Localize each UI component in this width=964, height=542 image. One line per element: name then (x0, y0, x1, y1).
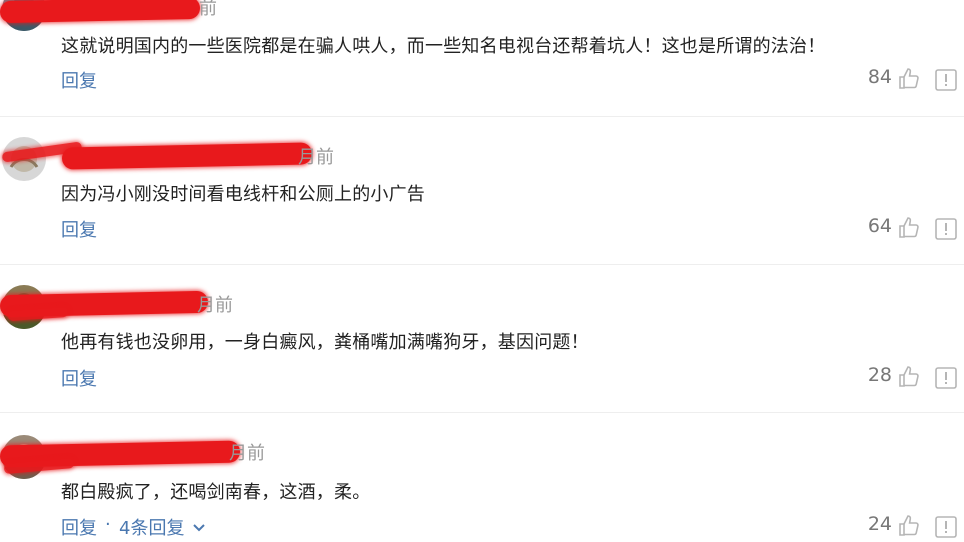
comment-text: 他再有钱也没卵用，一身白癜风，粪桶嘴加满嘴狗牙，基因问题！ (61, 332, 589, 353)
like-count: 24 (867, 513, 892, 535)
comment-text: 因为冯小刚没时间看电线杆和公厕上的小广告 (61, 184, 425, 205)
reply-button[interactable]: 回复 (61, 514, 97, 540)
thumbs-up-icon[interactable] (897, 514, 921, 538)
thumbs-up-icon[interactable] (897, 67, 921, 91)
comment-text: 都白殿疯了，还喝剑南春，这酒，柔。 (61, 482, 371, 503)
comment-item: 月前 都白殿疯了，还喝剑南春，这酒，柔。 回复 · 4条回复 24 (0, 413, 964, 540)
thumbs-up-icon[interactable] (897, 216, 921, 240)
like-count: 64 (867, 215, 892, 237)
comment-time: 前 (199, 0, 217, 19)
report-icon[interactable] (935, 367, 957, 389)
reply-button[interactable]: 回复 (61, 216, 97, 242)
comment-text: 这就说明国内的一些医院都是在骗人哄人，而一些知名电视台还帮着坑人！这也是所谓的法… (61, 36, 826, 57)
comment-time: 月前 (229, 443, 265, 464)
redacted-username (61, 142, 313, 170)
comment-item: 前 这就说明国内的一些医院都是在骗人哄人，而一些知名电视台还帮着坑人！这也是所谓… (0, 0, 964, 117)
chevron-down-icon (192, 519, 206, 540)
comment-item: 月前 他再有钱也没卵用，一身白癜风，粪桶嘴加满嘴狗牙，基因问题！ 回复 28 (0, 265, 964, 413)
like-count: 84 (867, 66, 892, 88)
view-replies-button[interactable]: 4条回复 (119, 514, 206, 540)
comment-item: 月前 因为冯小刚没时间看电线杆和公厕上的小广告 回复 64 (0, 117, 964, 265)
report-icon[interactable] (935, 516, 957, 538)
separator-dot: · (105, 514, 111, 535)
report-icon[interactable] (935, 218, 957, 240)
reply-button[interactable]: 回复 (61, 365, 97, 391)
like-count: 28 (867, 364, 892, 386)
reply-button[interactable]: 回复 (61, 67, 97, 93)
thumbs-up-icon[interactable] (897, 365, 921, 389)
comment-time: 月前 (197, 295, 233, 316)
report-icon[interactable] (935, 69, 957, 91)
view-replies-label: 4条回复 (119, 518, 185, 539)
comment-time: 月前 (298, 147, 334, 168)
redacted-username (0, 0, 201, 24)
